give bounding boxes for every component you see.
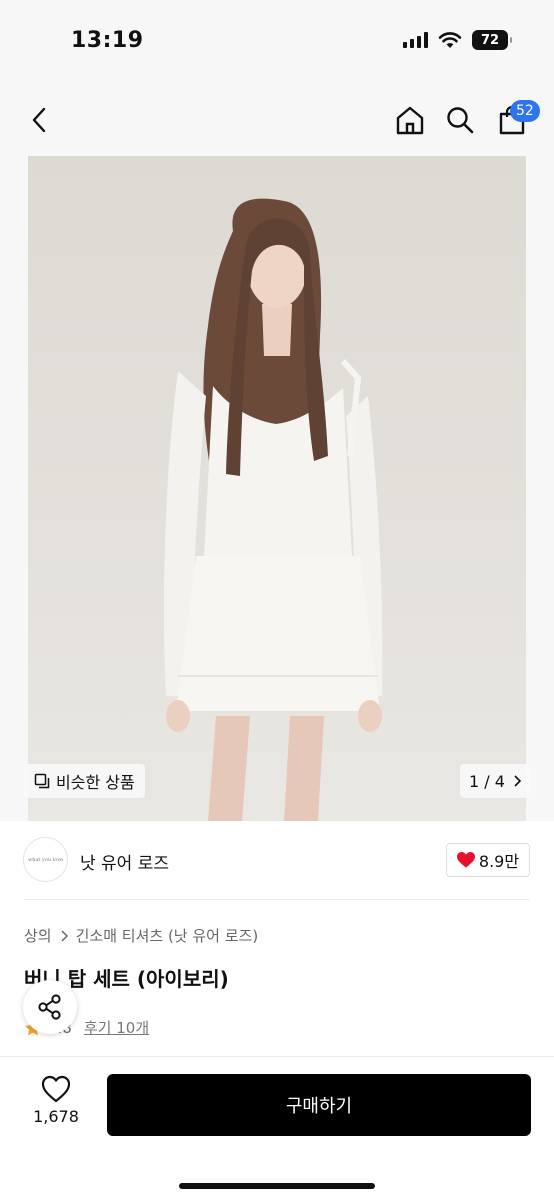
share-button[interactable] xyxy=(23,980,77,1034)
breadcrumb: 상의 긴소매 티셔츠 (낫 유어 로즈) xyxy=(24,925,258,946)
wishlist-count: 1,678 xyxy=(33,1107,79,1126)
cart-count-badge: 52 xyxy=(510,100,540,122)
similar-products-button[interactable]: 비슷한 상품 xyxy=(24,764,145,798)
chevron-right-icon xyxy=(61,929,68,942)
home-button[interactable] xyxy=(390,100,430,140)
battery-icon: 72 xyxy=(472,30,512,50)
similar-products-label: 비슷한 상품 xyxy=(56,773,135,792)
product-image-gallery[interactable]: 비슷한 상품 1 / 4 xyxy=(0,156,554,821)
top-nav-bar xyxy=(0,84,554,156)
breadcrumb-subcategory[interactable]: 긴소매 티셔츠 (낫 유어 로즈) xyxy=(76,925,259,946)
model-illustration xyxy=(163,198,383,821)
brand-logo-text: what you love xyxy=(27,856,64,863)
status-bar: 13:19 72 xyxy=(0,0,554,84)
copy-icon xyxy=(34,773,50,789)
brand-like-count: 8.9만 xyxy=(478,852,520,871)
chevron-right-icon xyxy=(514,775,521,787)
breadcrumb-category[interactable]: 상의 xyxy=(24,925,52,946)
battery-level: 72 xyxy=(480,32,500,48)
wishlist-button[interactable]: 1,678 xyxy=(24,1075,88,1126)
brand-logo[interactable]: what you love xyxy=(23,837,68,882)
search-icon xyxy=(447,107,474,134)
cellular-signal-icon xyxy=(403,32,428,48)
search-button[interactable] xyxy=(440,100,480,140)
system-indicators: 72 xyxy=(403,30,512,50)
back-button[interactable] xyxy=(20,100,60,140)
bottom-action-bar: 1,678 구매하기 xyxy=(0,1056,554,1200)
brand-row[interactable]: what you love 낫 유어 로즈 8.9만 xyxy=(0,821,554,899)
buy-button[interactable]: 구매하기 xyxy=(107,1074,531,1136)
product-photo xyxy=(28,156,526,821)
heart-filled-icon xyxy=(456,852,475,868)
wifi-icon xyxy=(438,32,462,48)
home-icon xyxy=(396,106,424,135)
brand-name[interactable]: 낫 유어 로즈 xyxy=(80,849,169,874)
brand-like-button[interactable]: 8.9만 xyxy=(446,843,530,877)
review-link[interactable]: 후기 10개 xyxy=(84,1017,149,1038)
chevron-left-icon xyxy=(32,107,46,133)
image-counter[interactable]: 1 / 4 xyxy=(460,764,530,798)
share-icon xyxy=(38,994,61,1020)
home-indicator xyxy=(179,1183,375,1189)
heart-outline-icon xyxy=(41,1075,71,1103)
status-time: 13:19 xyxy=(71,28,144,53)
section-divider xyxy=(24,899,530,900)
image-counter-text: 1 / 4 xyxy=(469,771,505,791)
